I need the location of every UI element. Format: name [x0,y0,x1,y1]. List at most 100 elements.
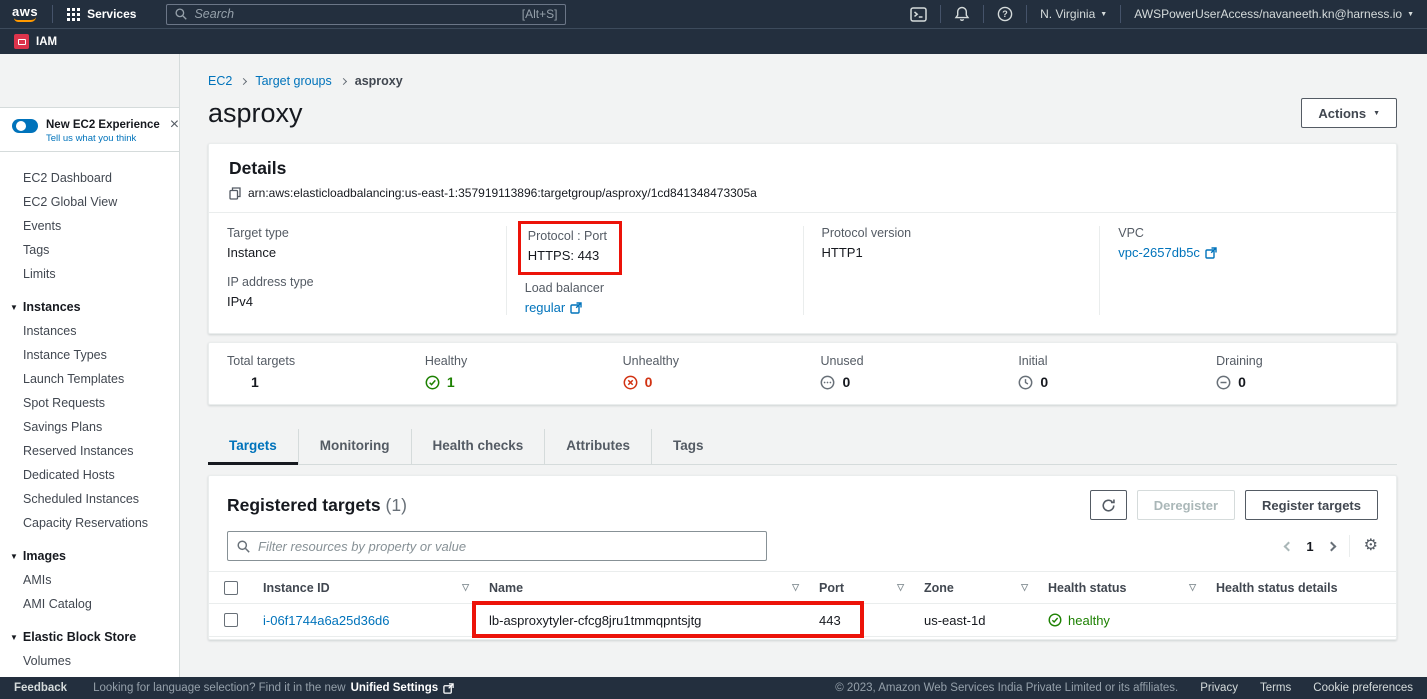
tab-targets[interactable]: Targets [208,429,298,464]
sort-icon[interactable]: ▽ [792,582,799,593]
sidebar-item-launch-templates[interactable]: Launch Templates [0,367,179,391]
field-vpc: VPC vpc-2657db5c [1118,226,1378,260]
sidebar-item-capacity-reservations[interactable]: Capacity Reservations [0,511,179,535]
close-icon[interactable]: × [168,116,180,134]
column-header-zone[interactable]: Zone▽ [914,581,1038,595]
target-zone-cell: us-east-1d [914,613,1038,628]
instance-id-link[interactable]: i-06f1744a6a25d36d6 [263,613,390,628]
refresh-icon [1101,498,1116,513]
row-checkbox[interactable] [224,613,238,627]
triangle-down-icon: ▼ [10,303,18,312]
sidebar-section-instances[interactable]: ▼ Instances [0,295,179,319]
column-header-port[interactable]: Port▽ [809,581,914,595]
sidebar-item-tags[interactable]: Tags [0,238,179,262]
copy-icon[interactable] [229,187,241,200]
previous-page-icon[interactable] [1284,541,1294,551]
aws-smile-icon [14,17,36,22]
search-input[interactable] [194,7,514,21]
search-icon [237,540,250,553]
global-search[interactable]: [Alt+S] [166,4,566,25]
targets-filter-input[interactable] [258,539,757,554]
sidebar-item-ec2-dashboard[interactable]: EC2 Dashboard [0,166,179,190]
actions-button[interactable]: Actions ▼ [1301,98,1397,128]
services-menu-button[interactable]: Services [53,0,150,28]
new-experience-panel: New EC2 Experience Tell us what you thin… [0,107,179,152]
sidebar-item-reserved-instances[interactable]: Reserved Instances [0,439,179,463]
sidebar-item-volumes[interactable]: Volumes [0,649,179,673]
stat-unused: Unused 0 [802,354,1000,390]
feedback-link[interactable]: Tell us what you think [46,133,160,144]
sidebar-item-limits[interactable]: Limits [0,262,179,286]
sidebar-item-ami-catalog[interactable]: AMI Catalog [0,592,179,616]
load-balancer-link[interactable]: regular [525,300,582,315]
refresh-button[interactable] [1090,490,1127,520]
target-group-arn: arn:aws:elasticloadbalancing:us-east-1:3… [248,186,757,200]
region-label: N. Virginia [1040,7,1095,21]
chevron-right-icon [340,77,347,84]
external-link-icon [443,683,454,694]
tab-monitoring[interactable]: Monitoring [298,429,411,464]
sort-icon[interactable]: ▽ [1021,582,1028,593]
sidebar-item-scheduled-instances[interactable]: Scheduled Instances [0,487,179,511]
column-header-health-status[interactable]: Health status▽ [1038,581,1206,595]
region-selector[interactable]: N. Virginia ▼ [1027,0,1120,28]
tab-health-checks[interactable]: Health checks [411,429,545,464]
cloudshell-button[interactable] [897,0,940,28]
sidebar-section-elastic-block-store[interactable]: ▼ Elastic Block Store [0,625,179,649]
table-row: i-06f1744a6a25d36d6 lb-asproxytyler-cfcg… [209,604,1396,637]
terms-link[interactable]: Terms [1260,682,1291,694]
settings-gear-icon[interactable]: ⚙ [1364,538,1378,554]
pagination: 1 ⚙ [1285,535,1378,557]
sort-icon[interactable]: ▽ [462,582,469,593]
registered-targets-count: (1) [386,495,407,515]
sort-icon[interactable]: ▽ [1189,582,1196,593]
targets-filter[interactable] [227,531,767,561]
stat-unhealthy: Unhealthy 0 [605,354,803,390]
vpc-link[interactable]: vpc-2657db5c [1118,245,1217,260]
sidebar-item-instances[interactable]: Instances [0,319,179,343]
deregister-button[interactable]: Deregister [1137,490,1235,520]
copyright-text: © 2023, Amazon Web Services India Privat… [835,682,1178,694]
unified-settings-link[interactable]: Unified Settings [351,682,439,694]
sidebar-item-instance-types[interactable]: Instance Types [0,343,179,367]
aws-logo[interactable]: aws [12,6,38,22]
page-number[interactable]: 1 [1306,539,1313,554]
tab-tags[interactable]: Tags [651,429,725,464]
privacy-link[interactable]: Privacy [1200,682,1238,694]
sidebar-item-dedicated-hosts[interactable]: Dedicated Hosts [0,463,179,487]
page-title: asproxy [208,98,303,129]
feedback-button[interactable]: Feedback [0,682,93,694]
sort-icon[interactable]: ▽ [897,582,904,593]
select-all-checkbox[interactable] [224,581,238,595]
ec2-sidebar: New EC2 Experience Tell us what you thin… [0,54,180,677]
column-header-name[interactable]: Name▽ [479,581,809,595]
register-targets-button[interactable]: Register targets [1245,490,1378,520]
field-target-type: Target type Instance [227,226,488,260]
breadcrumb-ec2[interactable]: EC2 [208,74,232,88]
next-page-icon[interactable] [1326,541,1336,551]
column-header-health-status-details[interactable]: Health status details [1206,581,1396,595]
footer: Feedback Looking for language selection?… [0,677,1427,699]
sidebar-item-savings-plans[interactable]: Savings Plans [0,415,179,439]
sidebar-item-ec2-global-view[interactable]: EC2 Global View [0,190,179,214]
notifications-bell-button[interactable] [941,0,983,28]
sidebar-item-events[interactable]: Events [0,214,179,238]
main-content: EC2 Target groups asproxy asproxy Action… [180,54,1427,677]
table-header-row: Instance ID▽ Name▽ Port▽ Zone▽ Health st… [209,571,1396,604]
sidebar-item-spot-requests[interactable]: Spot Requests [0,391,179,415]
iam-shortcut[interactable]: IAM [14,34,57,49]
top-navigation-bar: aws Services [Alt+S] ? N. Virginia ▼ [0,0,1427,28]
sidebar-item-amis[interactable]: AMIs [0,568,179,592]
help-button[interactable]: ? [984,0,1026,28]
health-status-cell: healthy [1048,613,1110,628]
target-name-cell: lb-asproxytyler-cfcg8jru1tmmqpntsjtg [479,613,809,628]
breadcrumb-target-groups[interactable]: Target groups [255,74,331,88]
cookie-preferences-link[interactable]: Cookie preferences [1313,682,1413,694]
sidebar-section-images[interactable]: ▼ Images [0,544,179,568]
account-menu[interactable]: AWSPowerUserAccess/navaneeth.kn@harness.… [1121,0,1427,28]
chevron-down-icon: ▼ [1100,11,1107,18]
new-experience-toggle[interactable] [12,119,38,133]
iam-icon [14,34,29,49]
tab-attributes[interactable]: Attributes [544,429,651,464]
column-header-instance-id[interactable]: Instance ID▽ [253,581,479,595]
